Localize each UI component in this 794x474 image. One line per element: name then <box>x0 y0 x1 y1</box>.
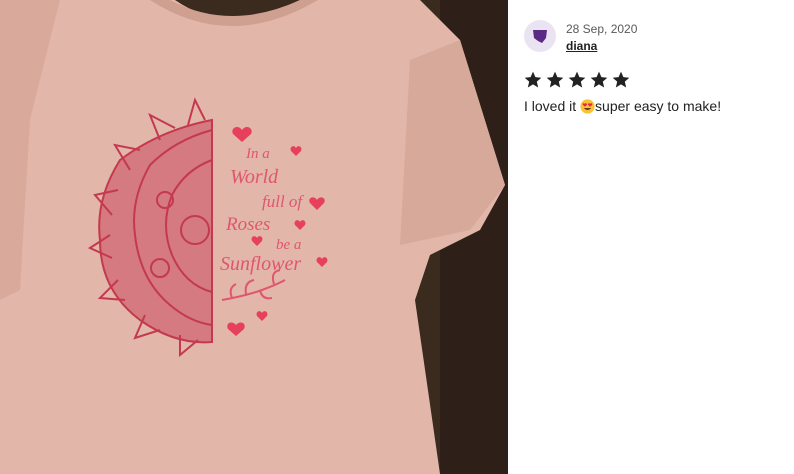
heart-eyes-emoji-icon <box>580 99 595 114</box>
star-icon <box>546 71 564 88</box>
svg-text:Roses: Roses <box>225 214 270 235</box>
svg-text:World: World <box>230 166 279 188</box>
tshirt-image: In a World full of Roses be a Sunflower <box>0 0 508 474</box>
star-icon <box>568 71 586 88</box>
star-icon <box>612 71 630 88</box>
review-text: I loved it super easy to make! <box>524 98 721 114</box>
review-text-part: super easy to make! <box>595 98 722 114</box>
svg-text:be a: be a <box>276 237 301 253</box>
review-panel: 28 Sep, 2020 diana I loved it super easy… <box>508 0 794 474</box>
star-icon <box>590 71 608 88</box>
star-icon <box>524 71 542 88</box>
user-avatar-icon <box>533 30 547 43</box>
avatar[interactable] <box>524 20 556 52</box>
svg-text:Sunflower: Sunflower <box>220 253 301 275</box>
review-text-part: I loved it <box>524 98 581 114</box>
svg-text:full of: full of <box>262 192 304 211</box>
star-rating <box>523 70 631 90</box>
review-date: 28 Sep, 2020 <box>566 22 638 36</box>
review-photo[interactable]: In a World full of Roses be a Sunflower <box>0 0 508 474</box>
reviewer-name-link[interactable]: diana <box>566 39 597 53</box>
svg-text:In a: In a <box>245 146 270 162</box>
